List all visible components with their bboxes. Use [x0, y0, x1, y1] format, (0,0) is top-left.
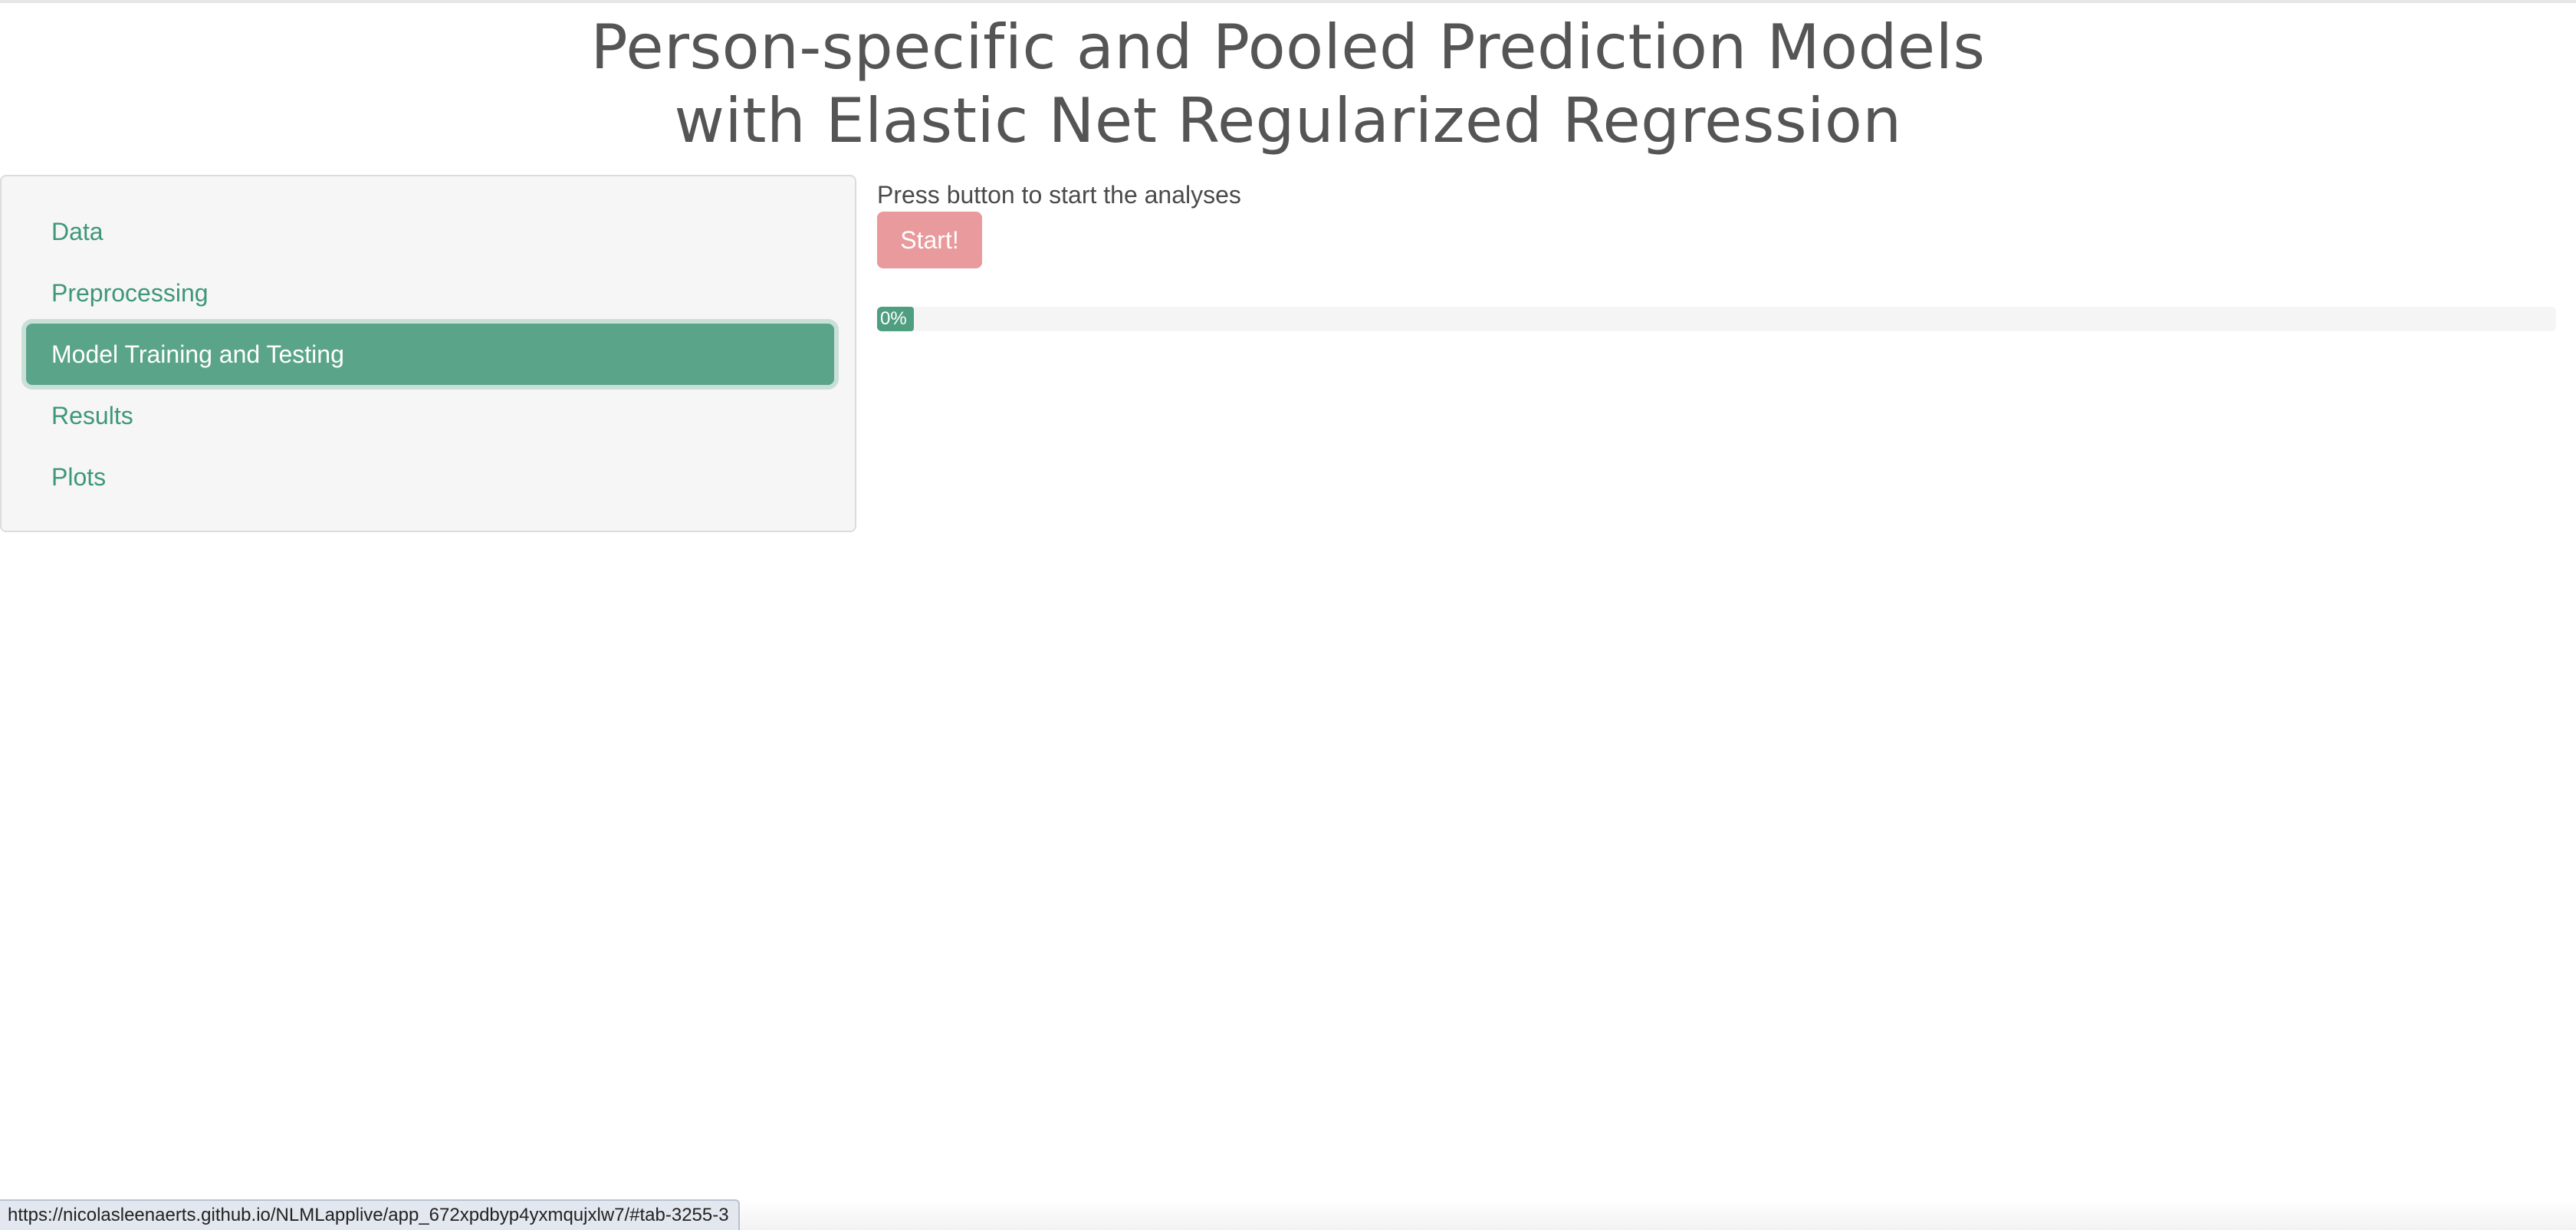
top-divider	[0, 0, 2576, 3]
main-panel: Press button to start the analyses Start…	[877, 175, 2556, 359]
sidebar-item-data[interactable]: Data	[26, 201, 834, 262]
page-title-line-1: Person-specific and Pooled Prediction Mo…	[590, 12, 1986, 83]
sidebar-item-preprocessing[interactable]: Preprocessing	[26, 262, 834, 324]
page-title-line-2: with Elastic Net Regularized Regression	[674, 85, 1902, 156]
status-bar-url: https://nicolasleenaerts.github.io/NLMLa…	[0, 1199, 740, 1230]
sidebar-item-label: Plots	[51, 462, 107, 491]
progress-label: 0%	[880, 308, 907, 329]
sidebar-item-plots[interactable]: Plots	[26, 446, 834, 508]
sidebar-item-label: Preprocessing	[51, 278, 209, 307]
sidebar-item-label: Data	[51, 217, 104, 245]
sidebar-item-results[interactable]: Results	[26, 385, 834, 446]
app-page: Person-specific and Pooled Prediction Mo…	[0, 0, 2576, 1230]
start-button[interactable]: Start!	[877, 212, 982, 268]
sidebar-item-model-training-and-testing[interactable]: Model Training and Testing	[26, 324, 834, 385]
sidebar-item-label: Results	[51, 401, 133, 429]
page-title: Person-specific and Pooled Prediction Mo…	[0, 11, 2576, 158]
sidebar-item-label: Model Training and Testing	[51, 340, 344, 368]
progress-bar: 0%	[877, 307, 2556, 331]
start-prompt: Press button to start the analyses	[877, 181, 1241, 209]
sidebar-nav: Data Preprocessing Model Training and Te…	[0, 175, 856, 532]
